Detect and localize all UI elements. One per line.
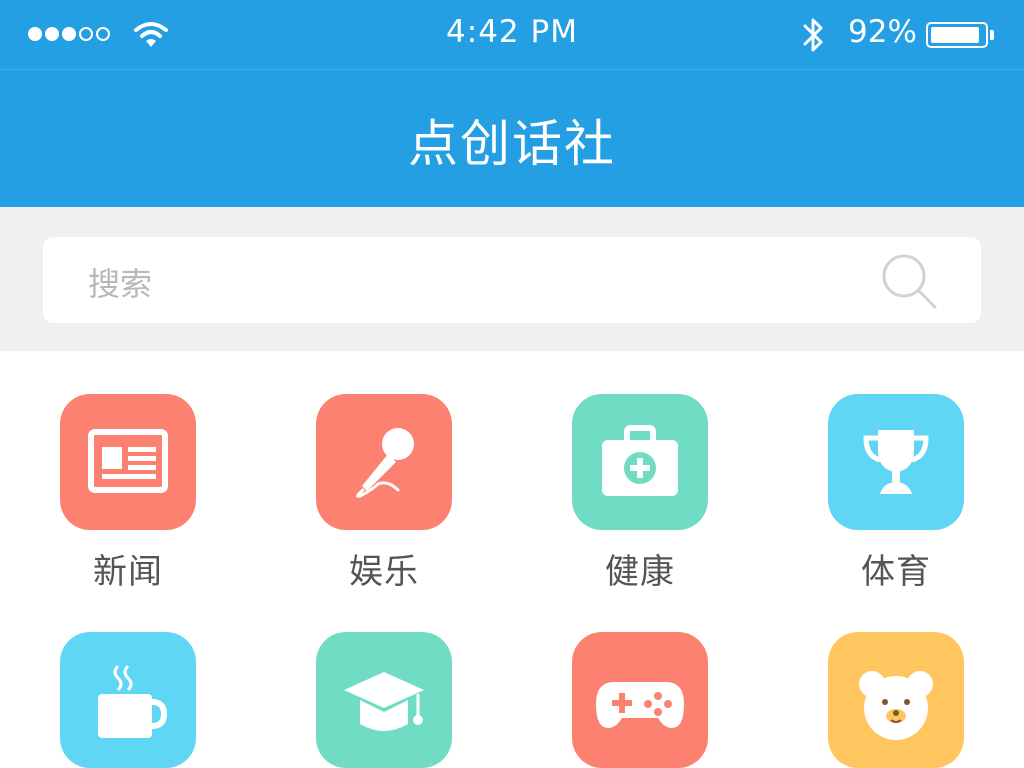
status-time: 4:42 PM — [446, 14, 578, 50]
search-icon[interactable] — [879, 251, 941, 313]
medical-kit-icon — [602, 425, 678, 496]
battery-shell — [926, 22, 988, 48]
battery-icon — [926, 22, 994, 48]
teddy-bear-icon — [859, 671, 933, 740]
category-sports[interactable]: 体育 — [828, 394, 964, 593]
search-input[interactable]: 搜索 — [43, 237, 981, 323]
coffee-cup-icon — [98, 664, 168, 738]
wifi-icon — [134, 22, 168, 47]
microphone-icon — [356, 428, 414, 498]
search-placeholder: 搜索 — [88, 265, 153, 303]
page-title: 点创话社 — [408, 115, 616, 173]
category-coffee[interactable] — [60, 632, 196, 768]
category-tile[interactable] — [828, 632, 964, 768]
category-tile[interactable] — [828, 394, 964, 530]
category-tile[interactable] — [572, 632, 708, 768]
category-entertainment[interactable]: 娱乐 — [316, 394, 452, 593]
category-tile[interactable] — [572, 394, 708, 530]
category-tile[interactable] — [316, 632, 452, 768]
battery-tip — [990, 30, 994, 40]
category-education[interactable] — [316, 632, 452, 768]
category-games[interactable] — [572, 632, 708, 768]
navigation-bar: 点创话社 — [0, 70, 1024, 207]
battery-percent: 92% — [848, 14, 917, 50]
cellular-signal-icon — [28, 27, 110, 41]
search-section: 搜索 — [0, 207, 1024, 351]
category-kids[interactable] — [828, 632, 964, 768]
trophy-icon — [863, 430, 929, 494]
category-label: 体育 — [861, 552, 931, 592]
signal-dot — [96, 27, 110, 41]
category-grid: 新闻 娱乐 健康 体育 — [0, 351, 1024, 768]
bluetooth-icon — [803, 18, 823, 52]
status-bar: 4:42 PM 92% — [0, 0, 1024, 70]
battery-level-fill — [931, 27, 979, 43]
category-tile[interactable] — [60, 394, 196, 530]
newspaper-icon — [88, 429, 168, 493]
category-health[interactable]: 健康 — [572, 394, 708, 593]
category-tile[interactable] — [316, 394, 452, 530]
signal-dot — [45, 27, 59, 41]
signal-dot — [62, 27, 76, 41]
category-label: 健康 — [605, 552, 675, 592]
category-news[interactable]: 新闻 — [60, 394, 196, 593]
gamepad-icon — [596, 682, 684, 728]
category-label: 娱乐 — [349, 552, 419, 592]
signal-dot — [28, 27, 42, 41]
category-label: 新闻 — [93, 552, 163, 592]
category-tile[interactable] — [60, 632, 196, 768]
graduation-cap-icon — [344, 672, 424, 731]
app-screen: 4:42 PM 92% 点创话社 搜索 新闻 娱乐 健康 体育 — [0, 0, 1024, 768]
signal-dot — [79, 27, 93, 41]
